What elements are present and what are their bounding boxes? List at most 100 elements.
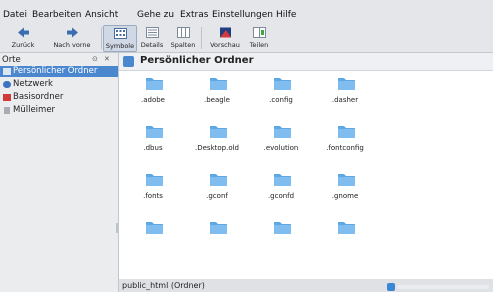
menu-bearbeiten[interactable]: Bearbeiten <box>32 10 81 20</box>
sidebar-item-label: Mülleimer <box>13 105 56 115</box>
folder-icon <box>274 174 291 186</box>
file-name: .evolution <box>263 144 299 152</box>
close-icon[interactable]: ✕ <box>104 55 110 63</box>
menu-datei[interactable]: Datei <box>3 10 27 20</box>
home-icon <box>3 68 11 75</box>
folder-icon <box>146 126 163 138</box>
forward-button[interactable]: Nach vorne <box>46 25 98 50</box>
columns-view-label: Spalten <box>170 41 196 49</box>
split-button[interactable]: Teilen <box>245 25 273 50</box>
panel-resize-handle[interactable] <box>116 223 118 233</box>
file-name: .gconfd <box>267 192 295 200</box>
folder-item[interactable]: .gnome <box>315 172 375 216</box>
folder-icon <box>274 78 291 90</box>
folder-item[interactable] <box>251 220 311 264</box>
folder-icon <box>338 222 355 234</box>
folder-item[interactable]: .evolution <box>251 124 311 168</box>
icon-view-icon <box>113 28 127 39</box>
folder-icon <box>338 78 355 90</box>
columns-view-icon <box>176 27 190 38</box>
folder-item[interactable]: .gconfd <box>251 172 311 216</box>
folder-item[interactable]: .fontconfig <box>315 124 375 168</box>
folder-item[interactable] <box>187 220 247 264</box>
file-name: .config <box>269 96 293 104</box>
folder-icon <box>338 174 355 186</box>
zoom-handle[interactable] <box>387 283 395 291</box>
file-name: .dbus <box>143 144 163 152</box>
folder-icon <box>210 78 227 90</box>
file-name: .gconf <box>206 192 228 200</box>
places-panel: Orte ⊙ ✕ Persönlicher Ordner Netzwerk Ba… <box>0 53 119 292</box>
folder-item[interactable] <box>123 220 183 264</box>
folder-item[interactable]: .Desktop.old <box>187 124 247 168</box>
folder-icon <box>146 78 163 90</box>
back-button[interactable]: Zurück <box>3 25 43 50</box>
arrow-right-icon <box>66 27 78 38</box>
folder-item[interactable]: .dbus <box>123 124 183 168</box>
sidebar-item-trash[interactable]: Mülleimer <box>0 105 118 116</box>
folder-item[interactable]: .adobe <box>123 76 183 120</box>
menu-extras[interactable]: Extras <box>180 10 208 20</box>
sidebar-item-home[interactable]: Persönlicher Ordner <box>0 66 118 77</box>
split-label: Teilen <box>249 41 269 49</box>
forward-label: Nach vorne <box>53 41 91 49</box>
icons-view-button[interactable]: Symbole <box>103 25 137 52</box>
toolbar-separator <box>201 27 202 49</box>
folder-item[interactable]: .beagle <box>187 76 247 120</box>
menu-einstellungen[interactable]: Einstellungen <box>212 10 273 20</box>
folder-icon <box>338 126 355 138</box>
toolbar: Zurück Nach vorne Symbole Details Spalte… <box>0 22 493 53</box>
status-text: public_html (Ordner) <box>122 281 205 290</box>
details-view-label: Details <box>140 41 164 49</box>
pin-icon[interactable]: ⊙ <box>92 55 98 63</box>
details-view-button[interactable]: Details <box>138 25 166 50</box>
back-label: Zurück <box>11 41 35 49</box>
sidebar-item-label: Netzwerk <box>13 79 53 89</box>
folder-icon <box>274 126 291 138</box>
preview-label: Vorschau <box>210 41 240 49</box>
page-title: Persönlicher Ordner <box>140 55 254 66</box>
preview-icon <box>219 27 231 38</box>
root-folder-icon <box>3 94 11 101</box>
folder-icon <box>146 174 163 186</box>
location-bar: Persönlicher Ordner <box>119 53 493 71</box>
network-icon <box>3 81 11 88</box>
file-view: Persönlicher Ordner .adobe .beagle .config… <box>119 53 493 279</box>
columns-view-button[interactable]: Spalten <box>169 25 197 50</box>
file-name: .gnome <box>331 192 359 200</box>
file-name: .beagle <box>204 96 230 104</box>
folder-icon <box>274 222 291 234</box>
file-name: .adobe <box>141 96 165 104</box>
menubar: Datei Bearbeiten Ansicht Gehe zu Extras … <box>0 0 493 22</box>
home-icon <box>123 56 134 67</box>
details-view-icon <box>145 27 159 38</box>
folder-item[interactable] <box>315 220 375 264</box>
sidebar-item-label: Persönlicher Ordner <box>13 66 98 76</box>
icons-view-label: Symbole <box>105 42 135 50</box>
trash-icon <box>4 107 10 114</box>
folder-icon <box>146 222 163 234</box>
menu-hilfe[interactable]: Hilfe <box>276 10 296 20</box>
arrow-left-icon <box>17 27 29 38</box>
folder-item[interactable]: .dasher <box>315 76 375 120</box>
sidebar-item-network[interactable]: Netzwerk <box>0 79 118 90</box>
menu-ansicht[interactable]: Ansicht <box>85 10 118 20</box>
sidebar-item-root[interactable]: Basisordner <box>0 92 118 103</box>
preview-button[interactable]: Vorschau <box>208 25 242 50</box>
split-view-icon <box>252 27 266 38</box>
folder-icon <box>210 222 227 234</box>
statusbar: public_html (Ordner) <box>119 280 493 292</box>
folder-item[interactable]: .config <box>251 76 311 120</box>
toolbar-separator <box>101 27 102 49</box>
file-name: .fontconfig <box>326 144 364 152</box>
file-name: .dasher <box>331 96 359 104</box>
sidebar-item-label: Basisordner <box>13 92 64 102</box>
file-name: .Desktop.old <box>195 144 239 152</box>
folder-item[interactable]: .fonts <box>123 172 183 216</box>
places-header: Orte <box>2 55 21 65</box>
zoom-slider[interactable] <box>397 285 489 289</box>
folder-icon <box>210 126 227 138</box>
folder-item[interactable]: .gconf <box>187 172 247 216</box>
menu-gehe-zu[interactable]: Gehe zu <box>137 10 174 20</box>
folder-icon <box>210 174 227 186</box>
